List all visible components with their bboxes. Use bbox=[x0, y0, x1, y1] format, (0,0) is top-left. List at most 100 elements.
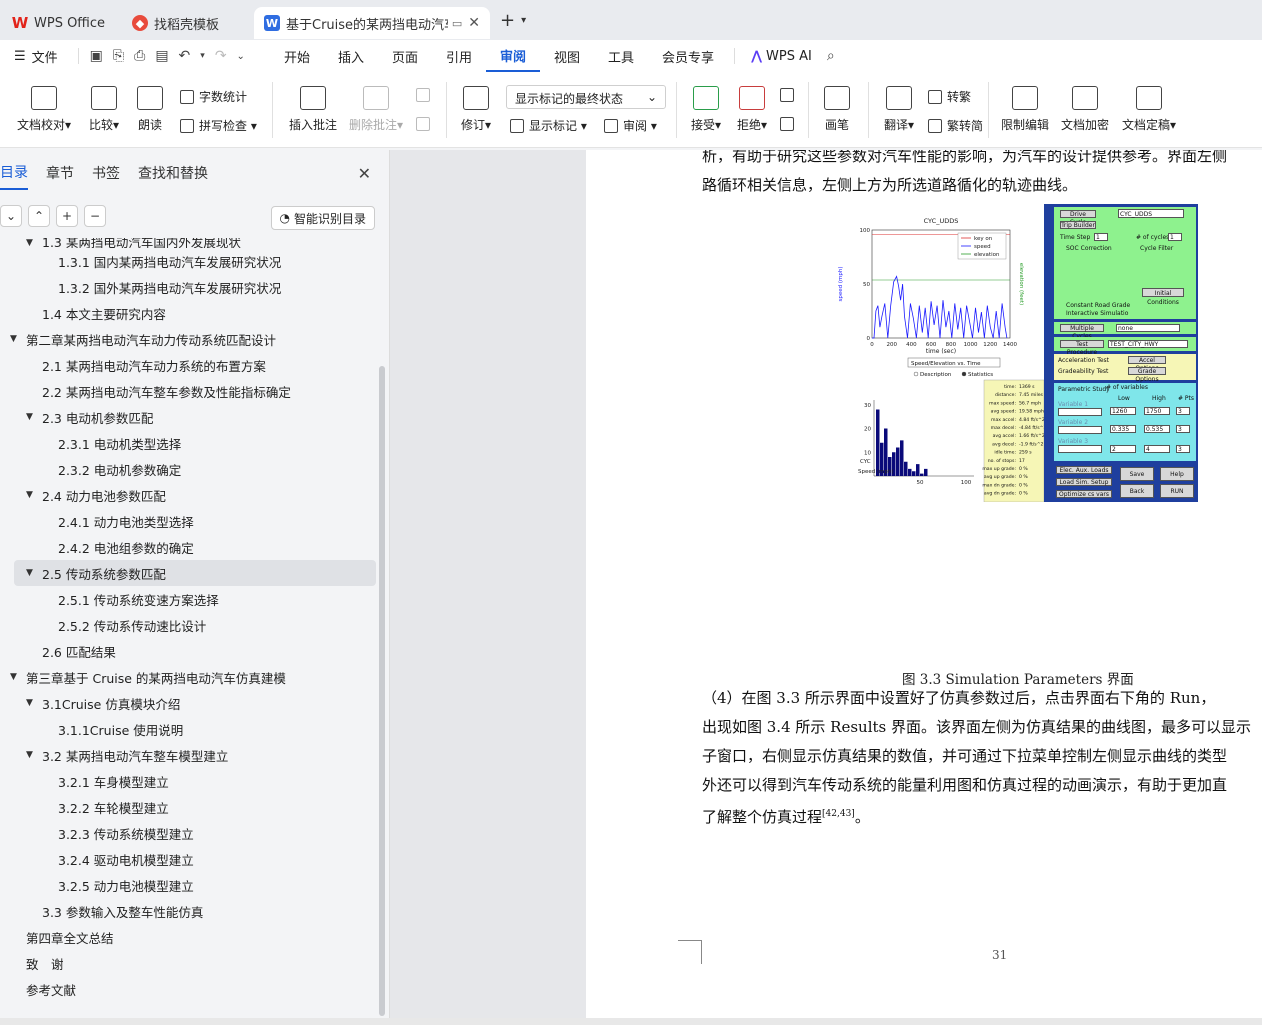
finalize-button[interactable]: 文档定稿▾ bbox=[1118, 86, 1180, 133]
save-icon[interactable]: ▣ bbox=[85, 48, 108, 64]
expand-caret-icon[interactable]: ▼ bbox=[10, 672, 22, 682]
toc-item[interactable]: 2.2 某两挡电动汽车整车参数及性能指标确定 bbox=[0, 378, 376, 404]
toc-item[interactable]: 2.3.1 电动机类型选择 bbox=[0, 430, 376, 456]
tab-toc[interactable]: 目录 bbox=[0, 156, 28, 190]
monitor-icon[interactable]: ▭ bbox=[452, 17, 462, 30]
variable-3-select[interactable] bbox=[1058, 445, 1102, 453]
toc-item[interactable]: 2.4.1 动力电池类型选择 bbox=[0, 508, 376, 534]
toc-item[interactable]: 2.4.2 电池组参数的确定 bbox=[0, 534, 376, 560]
parametric-study-checkbox[interactable]: Parametric Study bbox=[1058, 386, 1110, 393]
menu-member[interactable]: 会员专享 bbox=[648, 40, 728, 72]
expand-caret-icon[interactable]: ▼ bbox=[26, 238, 38, 248]
encrypt-button[interactable]: 文档加密 bbox=[1058, 86, 1112, 133]
toc-item[interactable]: 3.2.2 车轮模型建立 bbox=[0, 794, 376, 820]
toc-item[interactable]: ▼ 3.2 某两挡电动汽车整车模型建立 bbox=[0, 742, 376, 768]
constant-grade-checkbox[interactable]: Constant Road Grade bbox=[1066, 302, 1130, 309]
menu-tools[interactable]: 工具 bbox=[594, 40, 648, 72]
run-button[interactable]: RUN bbox=[1160, 484, 1194, 498]
v2-pts-input[interactable]: 3 bbox=[1176, 425, 1190, 433]
time-step-input[interactable]: 1 bbox=[1094, 233, 1108, 241]
export-icon[interactable]: ⎘ bbox=[108, 48, 129, 64]
chevron-down-icon[interactable]: ▾ bbox=[521, 15, 526, 26]
v2-high-input[interactable]: 0.535 bbox=[1144, 425, 1170, 433]
toc-item[interactable]: ▼ 3.1Cruise 仿真模块介绍 bbox=[0, 690, 376, 716]
prev-change-button[interactable] bbox=[780, 88, 799, 102]
expand-caret-icon[interactable]: ▼ bbox=[26, 698, 38, 708]
next-comment-button[interactable] bbox=[416, 117, 435, 131]
search-icon[interactable]: ⌕ bbox=[822, 48, 840, 64]
tab-wps-office[interactable]: W WPS Office bbox=[2, 7, 118, 39]
save-button[interactable]: Save bbox=[1120, 467, 1154, 481]
read-aloud-button[interactable]: 朗读 bbox=[132, 86, 168, 133]
file-menu[interactable]: ☰ 文件 bbox=[0, 40, 72, 72]
tab-bookmarks[interactable]: 书签 bbox=[92, 157, 120, 189]
show-markup-button[interactable]: 显示标记 ▾ bbox=[510, 117, 587, 134]
expand-caret-icon[interactable]: ▼ bbox=[26, 750, 38, 760]
toc-item[interactable]: 2.5.2 传动系传动速比设计 bbox=[0, 612, 376, 638]
menu-insert[interactable]: 插入 bbox=[324, 40, 378, 72]
cycle-filter-checkbox[interactable]: Cycle Filter bbox=[1140, 245, 1173, 252]
redo-icon[interactable]: ↷ bbox=[210, 48, 232, 64]
menu-page[interactable]: 页面 bbox=[378, 40, 432, 72]
optimize-button[interactable]: Optimize cs vars bbox=[1056, 490, 1112, 498]
interactive-sim-checkbox[interactable]: Interactive Simulatio bbox=[1066, 310, 1128, 317]
v3-high-input[interactable]: 4 bbox=[1144, 445, 1170, 453]
wps-ai-button[interactable]: ⋀ WPS AI bbox=[741, 49, 822, 64]
toc-item[interactable]: ▼ 2.5 传动系统参数匹配 bbox=[14, 560, 376, 586]
menu-review[interactable]: 审阅 bbox=[486, 40, 541, 72]
toc-item[interactable]: 2.3.2 电动机参数确定 bbox=[0, 456, 376, 482]
trip-builder-button[interactable]: Trip Builder bbox=[1060, 221, 1096, 229]
toc-item[interactable]: 1.3.2 国外某两挡电动汽车发展研究状况 bbox=[0, 274, 376, 300]
gradeability-test-checkbox[interactable]: Gradeability Test bbox=[1058, 368, 1108, 375]
tab-document[interactable]: W 基于Cruise的某两挡电动汽车 ▭ ✕ bbox=[254, 7, 490, 39]
elec-aux-loads-button[interactable]: Elec. Aux. Loads bbox=[1056, 466, 1112, 474]
toc-item[interactable]: 2.5.1 传动系统变速方案选择 bbox=[0, 586, 376, 612]
test-procedure-button[interactable]: Test Procedure bbox=[1060, 340, 1104, 356]
tab-daoke-template[interactable]: ◆ 找稻壳模板 bbox=[122, 7, 250, 39]
cycle-select[interactable]: CYC_UDDS bbox=[1118, 209, 1184, 218]
toc-item[interactable]: ▼ 1.3 某两挡电动汽车国内外发展现状 bbox=[0, 238, 376, 248]
toc-item[interactable]: 参考文献 bbox=[0, 976, 376, 1002]
v1-low-input[interactable]: 1260 bbox=[1110, 407, 1136, 415]
insert-comment-button[interactable]: 插入批注 bbox=[286, 86, 340, 133]
close-icon[interactable]: ✕ bbox=[358, 164, 371, 183]
next-change-button[interactable] bbox=[780, 117, 799, 131]
toc-item[interactable]: ▼ 第二章某两挡电动汽车动力传动系统匹配设计 bbox=[0, 326, 376, 352]
delete-comment-button[interactable]: 删除批注▾ bbox=[346, 86, 406, 133]
variable-1-select[interactable] bbox=[1058, 408, 1102, 416]
expand-caret-icon[interactable]: ▼ bbox=[10, 334, 22, 344]
scrollbar[interactable] bbox=[379, 366, 385, 1016]
menu-view[interactable]: 视图 bbox=[540, 40, 594, 72]
word-count-button[interactable]: 字数统计 bbox=[180, 88, 247, 105]
toc-item[interactable]: 3.2.1 车身模型建立 bbox=[0, 768, 376, 794]
toc-item[interactable]: 致 谢 bbox=[0, 950, 376, 976]
expand-caret-icon[interactable]: ▼ bbox=[26, 490, 38, 500]
toc-item[interactable]: 3.2.4 驱动电机模型建立 bbox=[0, 846, 376, 872]
print-preview-icon[interactable]: ▤ bbox=[150, 48, 173, 64]
pen-button[interactable]: 画笔 bbox=[820, 86, 854, 133]
v2-low-input[interactable]: 0.335 bbox=[1110, 425, 1136, 433]
v1-high-input[interactable]: 1750 bbox=[1144, 407, 1170, 415]
to-simplified-button[interactable]: 繁转简 bbox=[928, 117, 983, 134]
initial-conditions-button[interactable]: Initial Conditions bbox=[1142, 288, 1184, 306]
prev-comment-button[interactable] bbox=[416, 88, 435, 102]
menu-start[interactable]: 开始 bbox=[270, 40, 324, 72]
multiple-cycles-select[interactable]: none bbox=[1116, 324, 1180, 332]
toc-item[interactable]: 第四章全文总结 bbox=[0, 924, 376, 950]
reject-button[interactable]: 拒绝▾ bbox=[732, 86, 772, 133]
translate-button[interactable]: 翻译▾ bbox=[878, 86, 920, 133]
expand-caret-icon[interactable]: ▼ bbox=[26, 568, 38, 578]
toc-item[interactable]: 3.2.3 传动系统模型建立 bbox=[0, 820, 376, 846]
variable-2-select[interactable] bbox=[1058, 426, 1102, 434]
restrict-edit-button[interactable]: 限制编辑 bbox=[998, 86, 1052, 133]
review-pane-button[interactable]: 审阅 ▾ bbox=[604, 117, 657, 134]
toc-item[interactable]: ▼ 2.4 动力电池参数匹配 bbox=[0, 482, 376, 508]
toc-item[interactable]: 3.1.1Cruise 使用说明 bbox=[0, 716, 376, 742]
toc-item[interactable]: 3.2.5 动力电池模型建立 bbox=[0, 872, 376, 898]
load-sim-setup-button[interactable]: Load Sim. Setup bbox=[1056, 478, 1112, 486]
expand-icon[interactable]: ⌄ bbox=[0, 205, 22, 227]
spell-check-button[interactable]: 拼写检查 ▾ bbox=[180, 117, 257, 134]
print-icon[interactable]: ⎙ bbox=[129, 48, 150, 64]
accel-options-button[interactable]: Accel Options bbox=[1128, 356, 1166, 372]
toc-item[interactable]: ▼ 2.3 电动机参数匹配 bbox=[0, 404, 376, 430]
